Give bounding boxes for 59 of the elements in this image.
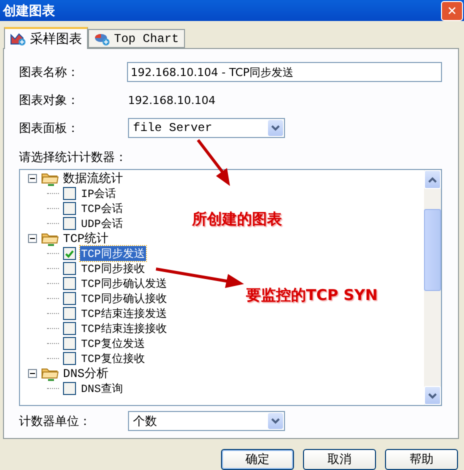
tree-item[interactable]: TCP同步发送 [80, 246, 146, 262]
annotation-arrow [196, 138, 232, 188]
field-label: 图表对象： [19, 92, 80, 109]
tree-item[interactable]: TCP同步确认接收 [80, 291, 168, 306]
tree-item[interactable]: TCP结束连接发送 [80, 306, 168, 322]
tree-item[interactable]: UDP会话 [80, 216, 124, 232]
dialog-button[interactable]: 取消 [303, 448, 376, 470]
chart-name-field[interactable]: 192.168.10.104 - TCP同步发送 [126, 62, 442, 82]
tree-group[interactable]: 数据流统计 [63, 170, 123, 188]
dialog-button[interactable]: 确定 [221, 448, 294, 470]
tree-item[interactable]: TCP会话 [80, 201, 124, 216]
tree-group[interactable]: TCP统计 [63, 230, 109, 248]
checkbox[interactable] [63, 382, 76, 396]
collapse-icon[interactable] [28, 234, 37, 244]
close-button[interactable]: ✕ [441, 0, 463, 21]
scrollbar[interactable] [424, 170, 441, 406]
caret-icon [428, 392, 437, 399]
checkbox[interactable] [63, 337, 76, 350]
annotation-text: 所创建的图表 [192, 210, 282, 229]
folder-icon [40, 366, 60, 382]
tab[interactable]: 采样图表 [4, 27, 88, 50]
checkbox[interactable] [63, 187, 76, 200]
tab[interactable]: Top Chart [88, 29, 185, 48]
collapse-icon[interactable] [28, 174, 37, 184]
checkbox[interactable] [63, 322, 76, 336]
caret-icon [271, 125, 280, 132]
folder-icon [40, 170, 60, 187]
chart-panel-dropdown[interactable]: file Server [128, 118, 285, 138]
chart-object-value: 192.168.10.104 [128, 94, 216, 107]
field-label: 图表面板： [19, 120, 80, 137]
checkbox[interactable] [63, 307, 76, 320]
tree-item[interactable]: TCP复位发送 [80, 336, 146, 352]
checkbox[interactable] [63, 292, 76, 306]
tree-item[interactable]: TCP结束连接接收 [80, 321, 168, 336]
checkbox[interactable] [63, 217, 76, 230]
caret-icon [271, 418, 280, 424]
annotation-text: 要监控的TCP SYN [246, 286, 378, 305]
field-label: 图表名称： [19, 64, 80, 81]
counter-unit-dropdown[interactable]: 个数 [128, 411, 285, 432]
tree-item[interactable]: TCP同步接收 [80, 261, 146, 276]
tree-item[interactable]: DNS查询 [80, 381, 124, 396]
chart-add-icon [94, 32, 110, 46]
checkbox[interactable] [63, 247, 76, 260]
caret-icon [428, 176, 437, 183]
chart-add-icon [10, 32, 26, 46]
folder-icon [40, 230, 60, 247]
window-title: 创建图表 [3, 2, 55, 20]
checkbox[interactable] [63, 202, 76, 216]
collapse-icon[interactable] [28, 369, 37, 378]
dialog-button[interactable]: 帮助 [385, 448, 458, 470]
tree-item[interactable]: TCP同步确认发送 [80, 276, 168, 292]
section-label: 请选择统计计数器： [19, 148, 127, 166]
tree-group[interactable]: DNS分析 [63, 365, 109, 382]
tree-item[interactable]: TCP复位接收 [80, 351, 146, 366]
checkbox[interactable] [63, 352, 76, 366]
field-label: 计数器单位： [19, 412, 92, 430]
tree-item[interactable]: IP会话 [80, 186, 118, 202]
checkbox[interactable] [63, 277, 76, 290]
checkbox[interactable] [63, 262, 76, 276]
